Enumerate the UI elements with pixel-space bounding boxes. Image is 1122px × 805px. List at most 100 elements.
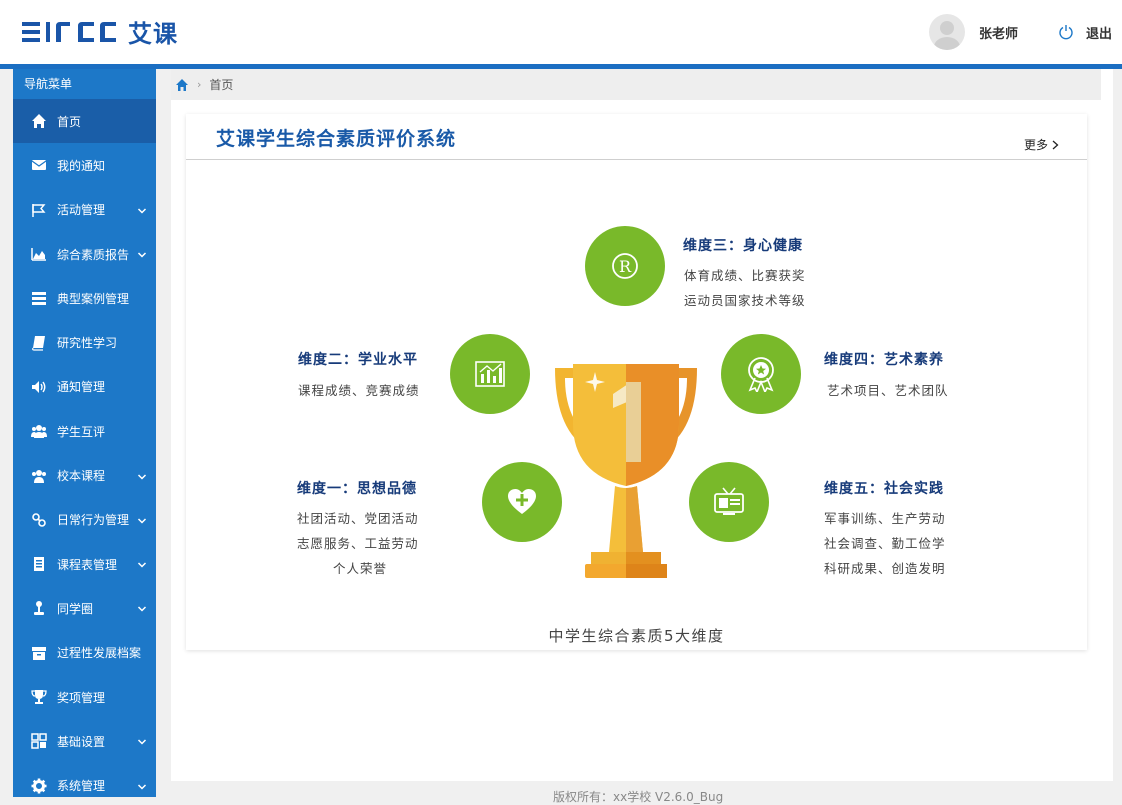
sidebar-item-14[interactable]: 基础设置	[13, 719, 156, 763]
trophy-icon	[31, 689, 47, 705]
dimension-1-circle[interactable]	[482, 462, 562, 542]
user-name[interactable]: 张老师	[979, 23, 1018, 42]
chevron-down-icon	[137, 515, 147, 525]
power-icon[interactable]	[1058, 24, 1074, 40]
dimension-4-circle[interactable]	[721, 334, 801, 414]
sidebar-item-label: 系统管理	[57, 779, 106, 794]
sidebar-item-15[interactable]: 系统管理	[13, 763, 156, 797]
dimension-5-circle[interactable]	[689, 462, 769, 542]
sidebar-item-2[interactable]: 活动管理	[13, 188, 156, 232]
logout-button[interactable]: 退出	[1086, 23, 1112, 42]
avatar[interactable]	[928, 14, 965, 50]
sidebar-item-label: 活动管理	[57, 203, 106, 218]
sidebar-title: 导航菜单	[13, 69, 156, 99]
dimension-1-line-1: 社团活动、党团活动	[297, 511, 419, 526]
logo-mark-icon	[22, 21, 116, 42]
more-label: 更多	[1023, 138, 1048, 152]
table-icon	[31, 556, 47, 572]
logo-text: 艾课	[128, 20, 178, 48]
sidebar-item-label: 通知管理	[57, 380, 106, 395]
card-header: 艾课学生综合素质评价系统 更多	[186, 114, 1087, 160]
diagram-caption: 中学生综合素质5大维度	[548, 627, 725, 645]
sidebar-item-13[interactable]: 奖项管理	[13, 675, 156, 719]
dimension-3-line-1: 体育成绩、比赛获奖	[684, 268, 806, 283]
home-icon[interactable]	[175, 78, 189, 92]
dimension-3-circle[interactable]: R	[585, 226, 665, 306]
flag-icon	[31, 202, 47, 218]
sidebar-item-label: 研究性学习	[57, 336, 118, 351]
breadcrumb-separator: ›	[197, 78, 202, 91]
sidebar-item-label: 日常行为管理	[57, 513, 130, 528]
evaluation-card: 艾课学生综合素质评价系统 更多 R 维度三：身心健康 体育成绩、比赛获奖 运动员…	[186, 114, 1087, 650]
chevron-down-icon	[137, 205, 147, 215]
more-link[interactable]: 更多	[1024, 136, 1059, 153]
dimension-5-line-3: 科研成果、创造发明	[824, 561, 946, 576]
home-icon	[31, 113, 47, 129]
sidebar-item-label: 课程表管理	[57, 557, 118, 572]
sidebar-item-label: 基础设置	[57, 734, 106, 749]
breadcrumb-current: 首页	[209, 78, 234, 92]
sidebar-item-label: 典型案例管理	[57, 291, 130, 306]
envelope-icon	[31, 157, 47, 173]
joystick-icon	[31, 600, 47, 616]
link-icon	[31, 512, 47, 528]
sidebar-item-label: 校本课程	[57, 469, 106, 484]
speaker-icon	[31, 379, 47, 395]
dimension-5-title: 维度五：社会实践	[824, 481, 944, 497]
sidebar-item-0[interactable]: 首页	[13, 99, 156, 144]
dimension-1-title: 维度一：思想品德	[297, 481, 417, 497]
sidebar-item-8[interactable]: 校本课程	[13, 453, 156, 497]
area-chart-icon	[31, 246, 47, 262]
sidebar-item-label: 同学圈	[57, 601, 94, 616]
chevron-down-icon	[137, 471, 147, 481]
bar-chart-icon	[475, 361, 505, 387]
dimension-2-circle[interactable]	[450, 334, 530, 414]
dimension-4-line-1: 艺术项目、艺术团队	[827, 383, 949, 398]
chevron-down-icon	[137, 559, 147, 569]
sidebar-item-6[interactable]: 通知管理	[13, 365, 156, 409]
sidebar: 导航菜单 首页我的通知活动管理综合素质报告 典型案例管理 研究性学习通知管理学生互评…	[13, 69, 156, 797]
sidebar-item-7[interactable]: 学生互评	[13, 409, 156, 453]
sidebar-item-label: 综合素质报告	[57, 247, 130, 262]
svg-text:R: R	[619, 257, 632, 276]
heart-plus-icon	[508, 489, 536, 514]
card-title: 艾课学生综合素质评价系统	[216, 128, 457, 150]
medal-icon	[748, 357, 774, 392]
sidebar-item-label: 奖项管理	[57, 690, 106, 705]
gear-icon	[31, 778, 47, 794]
sidebar-item-12[interactable]: 过程性发展档案	[13, 631, 156, 675]
dimension-1-line-2: 志愿服务、工益劳动	[297, 536, 419, 551]
users-icon	[31, 423, 47, 439]
grid-icon	[31, 733, 47, 750]
dimension-2-title: 维度二：学业水平	[298, 352, 418, 368]
logo[interactable]: 艾课	[22, 14, 178, 49]
sidebar-item-3[interactable]: 综合素质报告	[13, 232, 156, 276]
dimension-5-line-1: 军事训练、生产劳动	[824, 511, 946, 526]
sidebar-item-label: 学生互评	[57, 424, 106, 439]
chevron-down-icon	[137, 603, 147, 613]
trophy-illustration-icon	[555, 364, 697, 578]
registered-icon: R	[612, 253, 638, 279]
sidebar-item-1[interactable]: 我的通知	[13, 143, 156, 187]
dimension-4-title: 维度四：艺术素养	[824, 352, 944, 368]
sidebar-item-10[interactable]: 课程表管理	[13, 542, 156, 586]
nav-list: 首页我的通知活动管理综合素质报告 典型案例管理 研究性学习通知管理学生互评校本课程日…	[13, 99, 156, 797]
dimension-5-line-2: 社会调查、勤工俭学	[824, 536, 946, 551]
sidebar-item-label: 我的通知	[57, 158, 106, 173]
chevron-down-icon	[137, 736, 147, 746]
sidebar-item-label: 首页	[57, 114, 82, 129]
top-header: 艾课 张老师 退出	[0, 0, 1122, 64]
sidebar-item-9[interactable]: 日常行为管理	[13, 498, 156, 542]
user-area: 张老师 退出	[928, 0, 1122, 64]
news-tv-icon	[714, 487, 744, 515]
sidebar-item-11[interactable]: 同学圈	[13, 586, 156, 630]
group-icon	[31, 468, 47, 484]
sidebar-item-label: 过程性发展档案	[57, 646, 142, 661]
dimension-2-line-1: 课程成绩、竞赛成绩	[298, 383, 420, 398]
sidebar-item-4[interactable]: 典型案例管理	[13, 276, 156, 320]
chevron-down-icon	[137, 781, 147, 791]
sidebar-item-5[interactable]: 研究性学习	[13, 320, 156, 364]
list-icon	[31, 290, 47, 306]
archive-icon	[31, 645, 47, 661]
chevron-down-icon	[137, 249, 147, 259]
